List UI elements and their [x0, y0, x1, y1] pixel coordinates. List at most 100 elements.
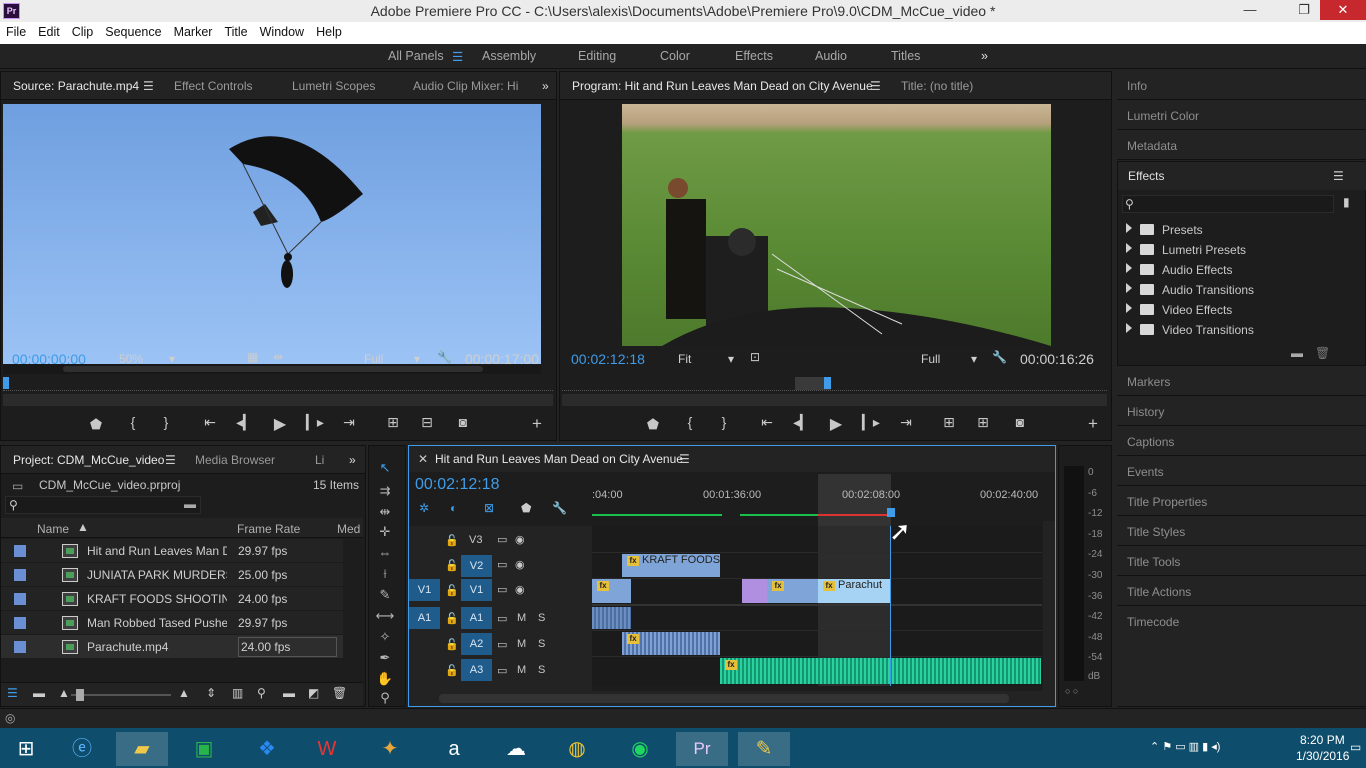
meter-solo-buttons[interactable]: ○ ○	[1065, 686, 1078, 696]
lock-icon[interactable]: 🔓	[445, 534, 459, 547]
play-icon[interactable]: ▶	[270, 414, 290, 434]
source-zoom-bar[interactable]	[3, 394, 553, 406]
source-playhead[interactable]	[3, 377, 9, 389]
zoom-slider-thumb[interactable]	[76, 689, 84, 701]
program-quality-dropdown[interactable]: Full ▾	[921, 352, 979, 368]
photo-app-icon[interactable]: ✦	[364, 732, 416, 766]
list-item[interactable]: Hit and Run Leaves Man De 29.97 fps	[1, 539, 343, 563]
workspace-color[interactable]: Color	[660, 49, 690, 63]
effects-tree-audio-transitions[interactable]: Audio Transitions	[1122, 280, 1344, 300]
mute-button[interactable]: M	[517, 638, 526, 650]
sync-icon[interactable]: ▭	[497, 533, 507, 546]
overwrite-icon[interactable]: ⊟	[417, 414, 437, 431]
tab-program[interactable]: Program: Hit and Run Leaves Man Dead on …	[572, 79, 873, 93]
track-label-v1[interactable]: V1	[461, 579, 492, 601]
dropbox-icon[interactable]: ❖	[241, 732, 293, 766]
new-bin-icon[interactable]: ▬	[1291, 346, 1303, 360]
step-back-icon[interactable]: ◂▎	[235, 414, 255, 431]
sync-icon[interactable]: ▭	[497, 638, 507, 651]
solo-button[interactable]: S	[538, 664, 545, 676]
internet-explorer-icon[interactable]: ⓔ	[56, 732, 108, 766]
export-frame-icon[interactable]: ⇹	[273, 350, 283, 364]
new-item-icon[interactable]: ◩	[308, 686, 319, 700]
linked-selection-icon[interactable]: ◐	[450, 501, 457, 515]
sync-icon[interactable]: ▭	[497, 583, 507, 596]
wrench-icon[interactable]: 🔧	[437, 350, 452, 364]
menu-edit[interactable]: Edit	[32, 22, 66, 43]
clip-a1[interactable]	[592, 607, 631, 629]
tab-source[interactable]: Source: Parachute.mp4	[13, 79, 139, 93]
onedrive-icon[interactable]: ☁	[490, 732, 542, 766]
lock-icon[interactable]: 🔓	[445, 584, 459, 597]
timeline-horizontal-scrollbar[interactable]	[409, 691, 1055, 706]
tray-date[interactable]: 1/30/2016	[1296, 749, 1349, 763]
amazon-icon[interactable]: a	[428, 732, 480, 766]
list-item[interactable]: Man Robbed Tased Pushed 29.97 fps	[1, 611, 343, 635]
track-label-v3[interactable]: V3	[469, 534, 482, 546]
extract-icon[interactable]: ⊞	[973, 414, 993, 431]
timeline-ruler[interactable]: :04:00 00:01:36:00 00:02:08:00 00:02:40:…	[592, 474, 1042, 526]
track-select-tool-icon[interactable]: ⇉	[375, 483, 395, 499]
workspace-audio[interactable]: Audio	[815, 49, 847, 63]
lock-icon[interactable]: 🔓	[445, 559, 459, 572]
ripple-edit-tool-icon[interactable]: ⇹	[375, 504, 395, 520]
effects-tree-audio-effects[interactable]: Audio Effects	[1122, 260, 1344, 280]
clip-a2[interactable]: fx	[622, 632, 720, 655]
snap-icon[interactable]: ✲	[419, 501, 429, 515]
source-quality-dropdown[interactable]: Full ▾	[364, 352, 422, 368]
panel-timecode[interactable]: Timecode	[1117, 607, 1366, 707]
workspace-editing[interactable]: Editing	[578, 49, 616, 63]
lock-icon[interactable]: 🔓	[445, 612, 459, 625]
sync-icon[interactable]: ▭	[497, 664, 507, 677]
source-patch-v1[interactable]: V1	[409, 579, 440, 601]
workspace-titles[interactable]: Titles	[891, 49, 920, 63]
list-item[interactable]: Parachute.mp4 24.00 fps	[1, 635, 343, 659]
program-timecode[interactable]: 00:02:12:18	[571, 351, 645, 367]
hand-tool-icon[interactable]: ✋	[375, 671, 395, 687]
add-marker-icon[interactable]: ⬟	[86, 416, 106, 433]
windows-store-icon[interactable]: ▣	[178, 732, 230, 766]
tab-sequence[interactable]: Hit and Run Leaves Man Dead on City Aven…	[435, 452, 683, 466]
list-view-icon[interactable]: ☰	[7, 686, 18, 700]
wrench-icon[interactable]: 🔧	[552, 501, 567, 515]
effects-options-icon[interactable]: ▮	[1343, 195, 1350, 209]
paint-icon[interactable]: ✎	[738, 732, 790, 766]
effects-tree-lumetri-presets[interactable]: Lumetri Presets	[1122, 240, 1344, 260]
panel-menu-icon[interactable]: ☰	[165, 453, 176, 467]
tab-libraries[interactable]: Li	[315, 453, 324, 467]
find-icon[interactable]: ⚲	[257, 686, 266, 700]
icon-view-icon[interactable]: ▬	[33, 686, 45, 700]
panel-title-styles[interactable]: Title Styles	[1117, 517, 1366, 546]
clip-v1[interactable]	[807, 579, 818, 603]
source-timecode[interactable]: 00:00:00:00	[12, 351, 86, 367]
more-tabs-icon[interactable]: »	[349, 453, 356, 467]
windows-start-icon[interactable]: ⊞	[0, 732, 52, 766]
project-search-input[interactable]: ⚲	[5, 496, 201, 514]
more-tabs-icon[interactable]: »	[542, 79, 549, 93]
razor-tool-icon[interactable]: ⟊	[375, 566, 395, 582]
menu-file[interactable]: File	[0, 22, 32, 43]
timeline-scroll-thumb[interactable]	[439, 694, 1009, 703]
maximize-button[interactable]: ❐	[1290, 0, 1318, 20]
slip-tool-icon[interactable]: ✎	[375, 587, 395, 603]
camera-icon[interactable]: ◙	[453, 414, 473, 430]
program-time-ruler[interactable]	[562, 377, 1107, 391]
chrome-icon[interactable]: ◍	[551, 732, 603, 766]
panel-events[interactable]: Events	[1117, 457, 1366, 486]
file-explorer-icon[interactable]: ▰	[116, 732, 168, 766]
menu-marker[interactable]: Marker	[168, 22, 219, 43]
camera-icon[interactable]: ◙	[1010, 414, 1030, 430]
rate-stretch-tool-icon[interactable]: ⇔	[375, 545, 395, 560]
clip-v1[interactable]: fx	[767, 579, 807, 603]
clip-a3[interactable]: fx	[720, 658, 1041, 684]
tab-media-browser[interactable]: Media Browser	[195, 453, 275, 467]
workspace-assembly[interactable]: Assembly	[482, 49, 536, 63]
lock-icon[interactable]: 🔓	[445, 638, 459, 651]
tray-time[interactable]: 8:20 PM	[1300, 733, 1345, 747]
go-to-out-icon[interactable]: ⇥	[339, 414, 359, 431]
panel-history[interactable]: History	[1117, 397, 1366, 426]
add-button-icon[interactable]: +	[527, 414, 547, 434]
panel-lumetri-color[interactable]: Lumetri Color	[1117, 101, 1366, 130]
new-bin-icon[interactable]: ▬	[283, 686, 295, 700]
minimize-button[interactable]: —	[1236, 0, 1264, 20]
